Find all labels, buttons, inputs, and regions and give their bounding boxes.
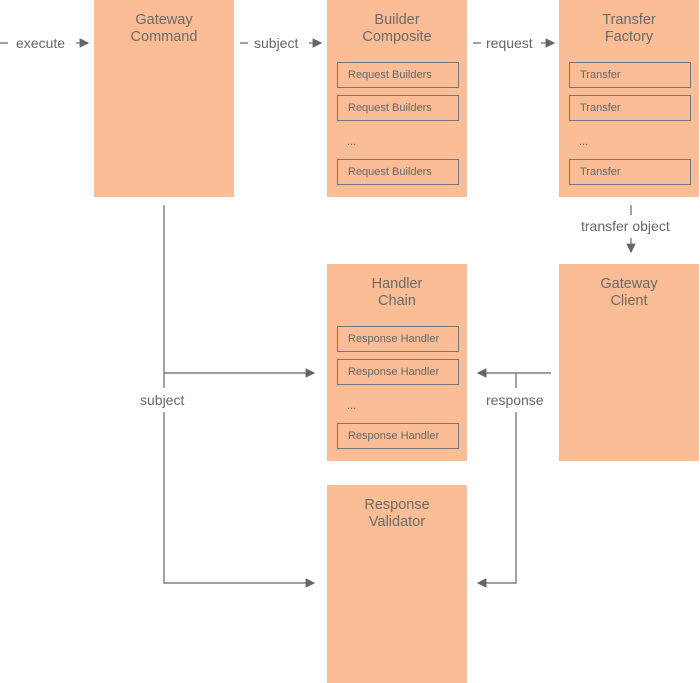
box-title: Validator (368, 514, 426, 530)
box-title: Chain (378, 293, 416, 309)
box-title: Composite (362, 29, 432, 45)
transfer-factory-box: Transfer Factory Transfer Transfer ... Tr… (559, 0, 699, 197)
ellipsis: ... (347, 136, 357, 148)
edge-label-transfer-object: transfer object (581, 218, 670, 234)
builder-composite-box: Builder Composite Request Builders Reques… (327, 0, 467, 197)
edge-label-request: request (486, 35, 533, 51)
edge-label-response: response (486, 392, 544, 408)
transfer-item: Transfer (569, 95, 691, 121)
transfer-item: Transfer (569, 62, 691, 88)
gateway-command-box: Gateway Command (94, 0, 234, 197)
box-title: Response (364, 497, 430, 513)
response-handler-item: Response Handler (337, 326, 459, 352)
box-title: Command (130, 29, 198, 45)
box-title: Builder (374, 12, 420, 28)
box-title: Client (610, 293, 648, 309)
gateway-client-box: Gateway Client (559, 264, 699, 461)
subject-to-validator (163, 412, 316, 588)
box-title: Transfer (602, 12, 656, 28)
request-builder-item: Request Builders (337, 159, 459, 185)
edge-label-subject-left: subject (140, 392, 185, 408)
ellipsis: ... (579, 136, 589, 148)
request-builder-item: Request Builders (337, 62, 459, 88)
edge-label-execute: execute (16, 35, 66, 51)
subject-to-handler-chain (163, 205, 314, 388)
box-title: Gateway (600, 276, 658, 292)
response-to-validator (476, 412, 517, 588)
response-handler-item: Response Handler (337, 359, 459, 385)
box-title: Factory (604, 29, 654, 45)
handler-chain-box: Handler Chain Response Handler Response H… (327, 264, 467, 461)
ellipsis: ... (347, 400, 357, 412)
edge-label-subject: subject (254, 35, 299, 51)
response-validator-box: Response Validator (327, 485, 467, 683)
box-title: Gateway (135, 12, 193, 28)
transfer-item: Transfer (569, 159, 691, 185)
response-handler-item: Response Handler (337, 423, 459, 449)
box-title: Handler (371, 276, 423, 292)
request-builder-item: Request Builders (337, 95, 459, 121)
